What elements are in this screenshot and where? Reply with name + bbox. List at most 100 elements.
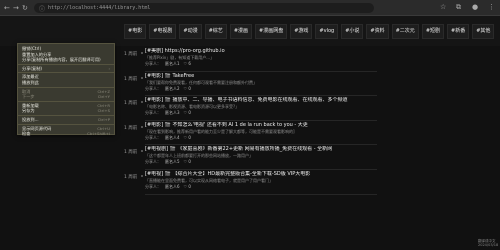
star-icon[interactable]: ☆ <box>440 3 446 11</box>
context-menu-item[interactable]: 下一步 Ctrl+Y <box>18 94 114 100</box>
post-date: 1 周前 <box>124 150 138 156</box>
extensions-icon[interactable]: ⧉ <box>456 3 461 12</box>
context-menu-item[interactable]: 另存为 Ctrl+S <box>18 108 114 114</box>
timeline-dot <box>141 150 143 153</box>
category-tab[interactable]: #综艺 <box>204 24 227 39</box>
menu-item-shortcut: › <box>108 65 110 71</box>
sharer-name[interactable]: 匿名人4 <box>165 135 180 141</box>
context-menu-item[interactable]: 播放到此 <box>18 80 114 86</box>
menu-item-label: 重新加载 <box>22 102 39 108</box>
context-menu-item[interactable]: 分享(复制所有播放内容，展开后翻译可用) <box>18 57 114 63</box>
browser-toolbar: ← → ↻ ⓘ http://localhost:4444/library.ht… <box>0 0 500 16</box>
like-count[interactable]: ♡ 0 <box>184 110 191 116</box>
post-date: 1 周前 <box>124 76 138 82</box>
sharer-label: 分享人： <box>145 134 161 140</box>
category-tab[interactable]: #动漫 <box>179 24 202 39</box>
post-title[interactable]: [#电视] 🎬 【综合片大全】HD最新完整版合集-全新下载-SD版 VIP大电影 <box>145 171 377 178</box>
like-count[interactable]: ♡ 0 <box>184 184 191 190</box>
post-date: 1 周前 <box>124 101 138 107</box>
menu-item-label: 投放到... <box>22 116 39 122</box>
menu-item-label: 下一步 <box>22 94 35 100</box>
menu-separator <box>18 63 114 65</box>
category-tab[interactable]: #电影 <box>124 24 147 39</box>
url-text[interactable]: http://localhost:4444/library.html <box>48 4 150 12</box>
category-tab[interactable]: #短剧 <box>421 24 445 39</box>
post-meta: 分享人： 匿名人2 ♡ 0 <box>145 86 377 92</box>
post-date: 1 周前 <box>124 52 138 57</box>
divider <box>145 119 377 121</box>
like-count[interactable]: ♡ 0 <box>184 159 191 165</box>
divider <box>145 168 377 170</box>
menu-item-label: 播放到此 <box>22 79 39 85</box>
sharer-name[interactable]: 匿名人2 <box>165 86 180 92</box>
profile-icon[interactable]: ● <box>472 3 478 11</box>
like-count[interactable]: ♡ 6 <box>184 61 191 67</box>
menu-item-label: 撤销(Ctrl) <box>22 46 42 51</box>
like-count[interactable]: ♡ 0 <box>184 86 191 92</box>
category-tab[interactable]: #新番 <box>447 24 470 39</box>
category-tab[interactable]: #二次元 <box>391 24 419 39</box>
category-tab[interactable]: #其他 <box>472 24 495 39</box>
post-item[interactable]: 1 周前 [#电影] 🎬 播放中、二、导播、电子书语料信息、免费电影在线观看、在线… <box>124 97 377 122</box>
post-meta: 分享人： 匿名人5 ♡ 0 <box>145 159 377 165</box>
post-title[interactable]: [#电影] 🎬 TakeFree <box>145 73 377 80</box>
sharer-name[interactable]: 匿名人6 <box>165 184 180 190</box>
menu-item-shortcut: Ctrl+P <box>97 116 110 122</box>
post-title[interactable]: [#电影] 🎬 不知怎么'电视' 还看不到 AI 1 de la run bac… <box>145 122 377 129</box>
context-menu-item[interactable]: 分享(复制) › <box>18 66 114 72</box>
corner-line-2: 2024/03/18 <box>478 243 499 247</box>
like-count[interactable]: ♡ 0 <box>184 135 191 141</box>
menu-separator <box>18 123 114 125</box>
menu-item-label: 分享(复制) <box>22 65 43 71</box>
category-tab[interactable]: #vlog <box>315 24 339 39</box>
menu-icon[interactable]: ⋮ <box>488 3 495 11</box>
post-title[interactable]: [#电影] 🎬 播放中、二、导播、电子书语料信息、免费电影在线观看、在线观看、多… <box>145 97 377 104</box>
sharer-label: 分享人： <box>145 159 161 165</box>
divider <box>145 144 377 146</box>
context-menu: 撤销(Ctrl) 重置加入的分享 分享(复制所有播放内容，展开后翻译可用) 分享(复制… <box>17 43 115 137</box>
sharer-name[interactable]: 匿名人1 <box>165 61 180 67</box>
menu-separator <box>18 86 114 88</box>
post-title[interactable]: [#电视剧] 🎬 《家庭喜剧》新番第22+更新 网易有播放所播_免费在线观看 -… <box>145 146 377 153</box>
menu-separator <box>18 114 114 116</box>
menu-item-label: 显示网页源代码 <box>22 125 52 131</box>
sharer-label: 分享人： <box>145 85 161 91</box>
sharer-label: 分享人： <box>145 110 161 116</box>
post-item[interactable]: 1 周前 [#电视] 🎬 【综合片大全】HD最新完整版合集-全新下载-SD版 VI… <box>124 171 377 196</box>
timeline-dot <box>141 125 143 128</box>
menu-item-label: 添加最近 <box>22 74 39 80</box>
divider <box>145 95 377 97</box>
post-item[interactable]: 1 周前 [#电影] 🎬 TakeFree 「我们要帮你免费观看，任何都可观看不需要… <box>124 73 377 98</box>
sharer-name[interactable]: 匿名人3 <box>165 110 180 116</box>
address-bar[interactable]: ⓘ http://localhost:4444/library.html <box>34 3 374 13</box>
post-item[interactable]: 1 周前 [#美剧] https://pro-org.github.io 「推荐Pi… <box>124 48 377 73</box>
context-menu-item[interactable]: 投放到... Ctrl+P <box>18 117 114 123</box>
post-date: 1 周前 <box>124 174 138 180</box>
category-tab[interactable]: #游戏 <box>290 24 313 39</box>
category-tab[interactable]: #资料 <box>366 24 389 39</box>
post-item[interactable]: 1 周前 [#电视剧] 🎬 《家庭喜剧》新番第22+更新 网易有播放所播_免费在线… <box>124 146 377 171</box>
menu-item-label: 分享(复制所有播放内容，展开后翻译可用) <box>22 57 101 63</box>
context-menu-item[interactable]: 检查 Ctrl+Shift+I <box>18 131 114 137</box>
category-tab[interactable]: #小说 <box>341 24 364 39</box>
menu-item-shortcut: Ctrl+Shift+I <box>87 131 110 137</box>
timeline-dot <box>141 174 143 177</box>
category-tab[interactable]: #电视剧 <box>149 24 177 39</box>
category-tab[interactable]: #漫画 <box>229 24 253 39</box>
post-date: 1 周前 <box>124 125 138 131</box>
menu-item-shortcut: Ctrl+S <box>97 108 110 114</box>
arrow-right-icon[interactable]: → <box>13 3 19 13</box>
category-tab[interactable]: #漫画网盘 <box>255 24 288 39</box>
menu-item-shortcut: Ctrl+Y <box>97 94 110 100</box>
menu-item-label: 另存为 <box>22 108 35 114</box>
reload-icon[interactable]: ↻ <box>22 3 28 13</box>
sharer-name[interactable]: 匿名人5 <box>165 159 180 165</box>
arrow-left-icon[interactable]: ← <box>4 3 10 13</box>
post-item[interactable]: 1 周前 [#电影] 🎬 不知怎么'电视' 还看不到 AI 1 de la run… <box>124 122 377 147</box>
sharer-label: 分享人： <box>145 183 161 189</box>
timeline-dot <box>141 52 143 54</box>
info-icon[interactable]: ⓘ <box>39 4 45 13</box>
category-bar: #电影 #电视剧 #动漫 #综艺 #漫画 #漫画网盘 #游戏 #vlog #小说 #资料 #二次元 #… <box>0 16 500 46</box>
menu-item-label: 重置加入的分享 <box>22 51 52 57</box>
post-title[interactable]: [#美剧] https://pro-org.github.io <box>145 48 377 55</box>
